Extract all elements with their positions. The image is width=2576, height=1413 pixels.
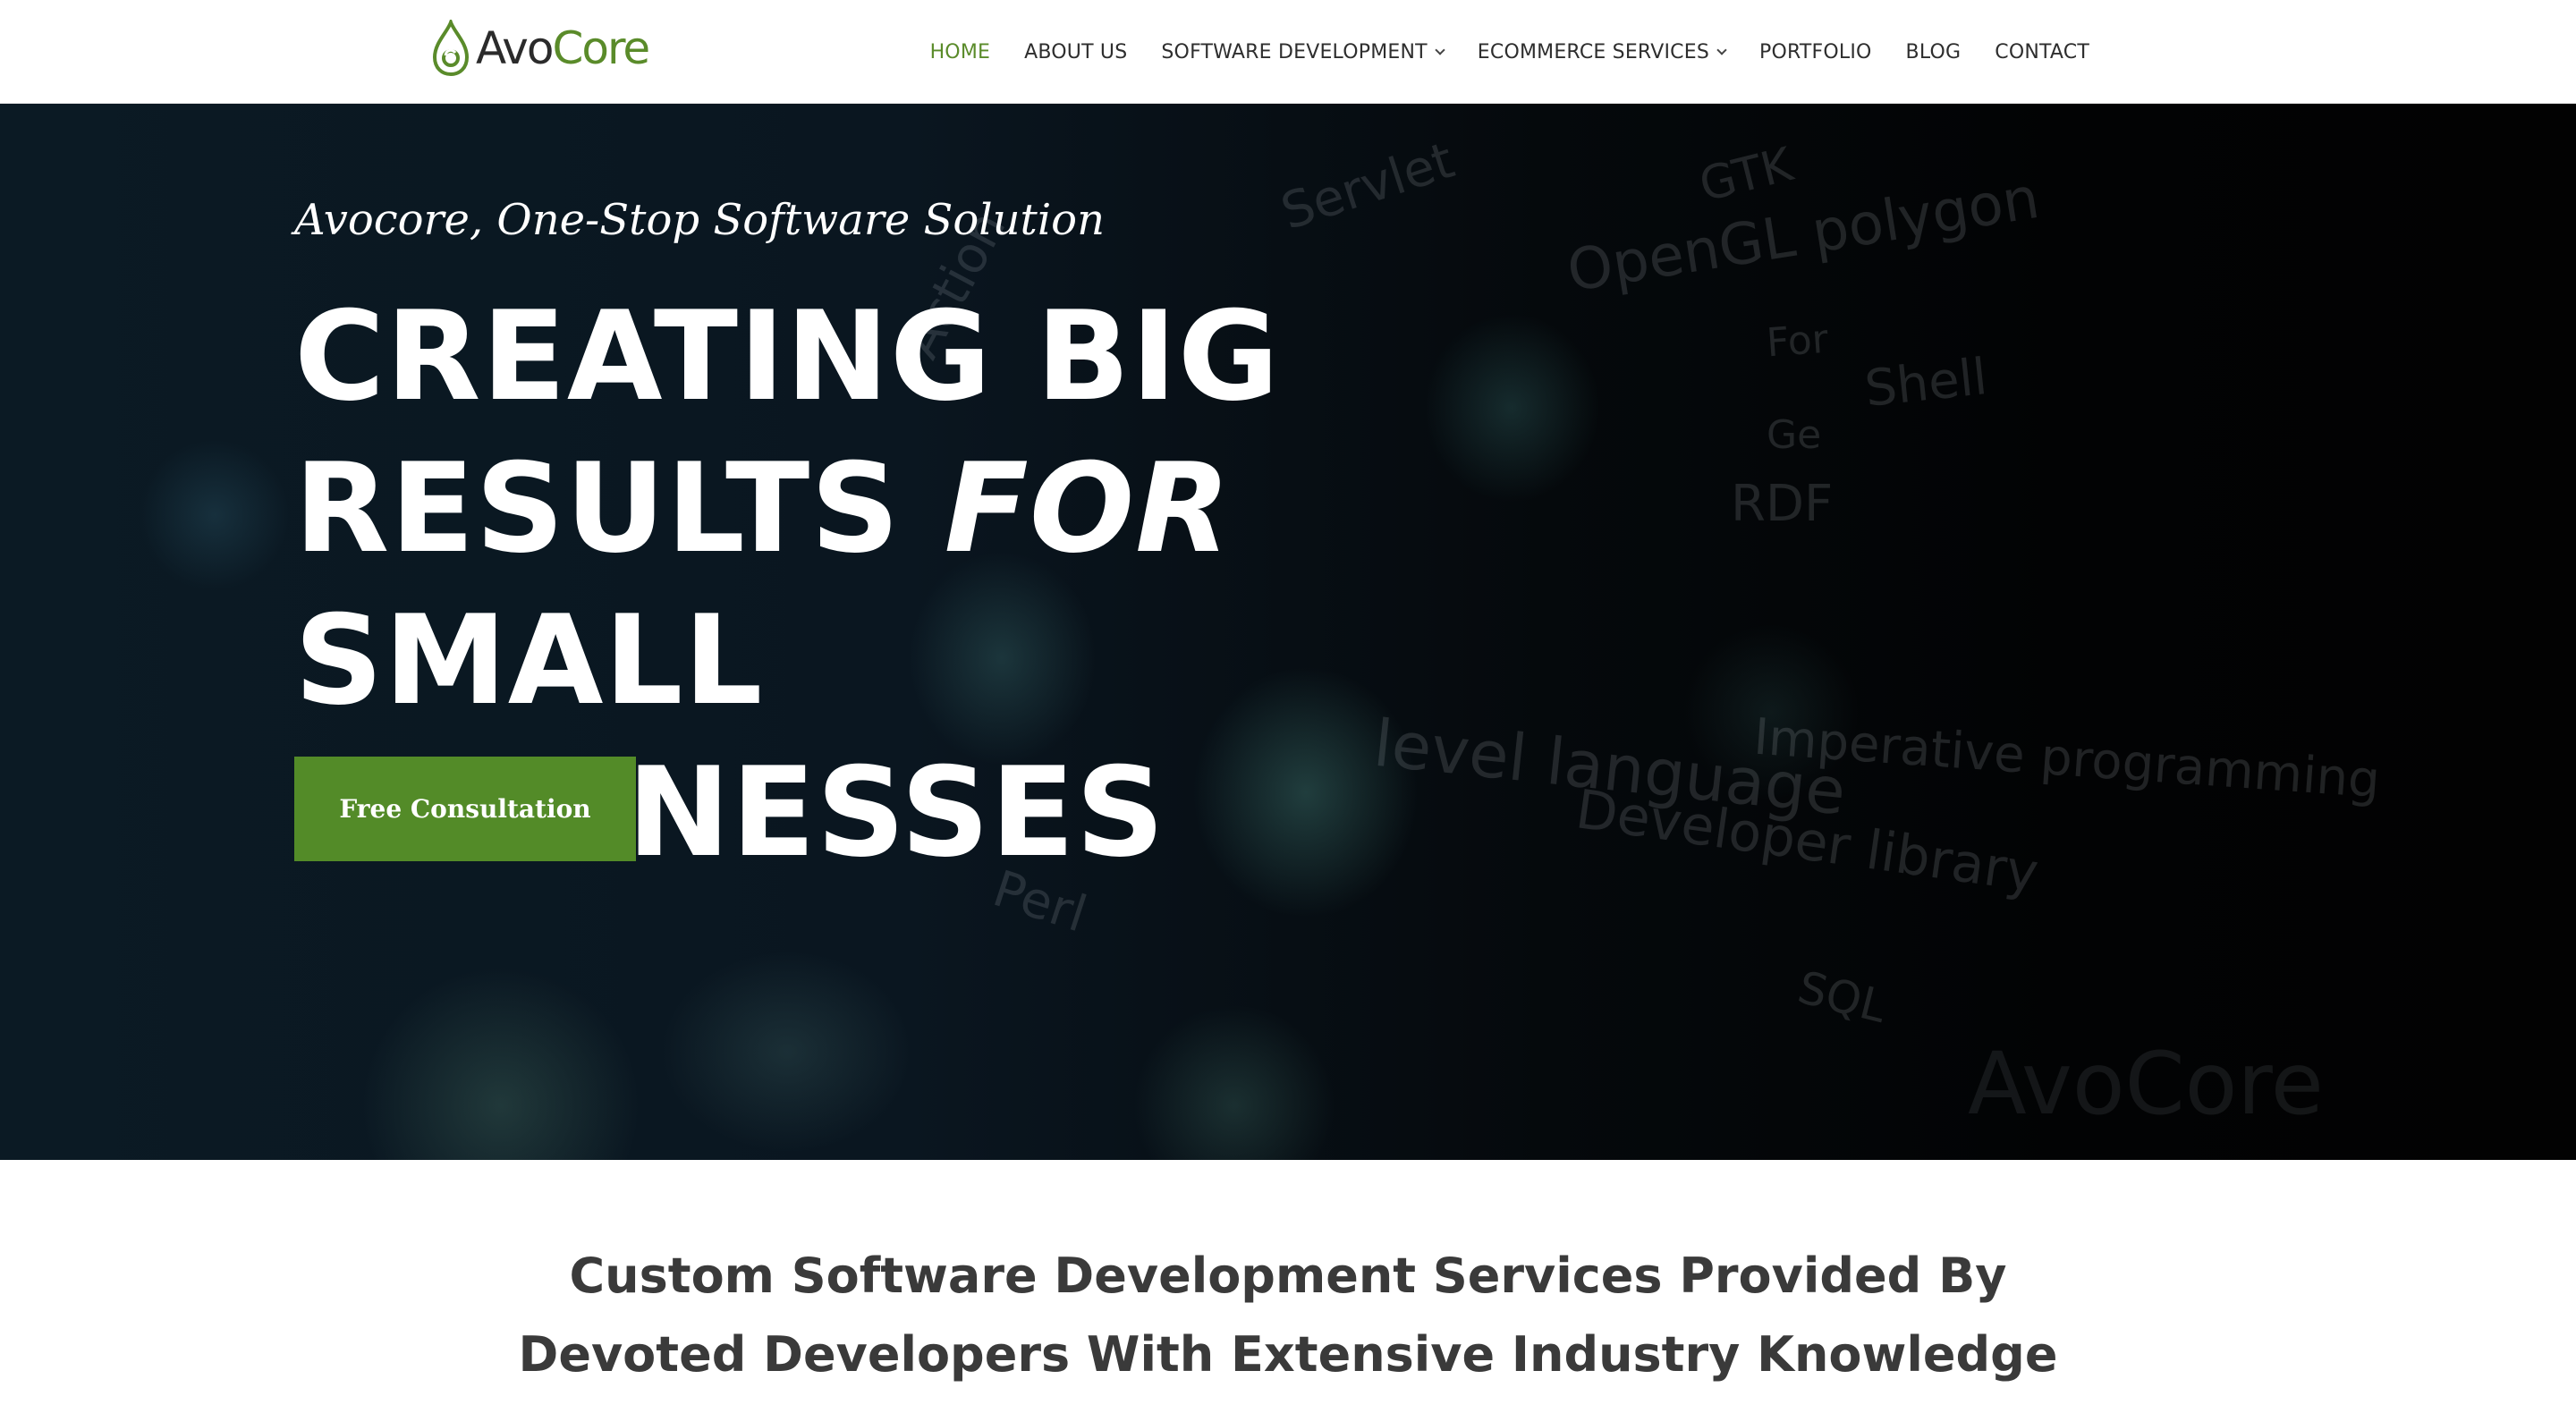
chevron-down-icon — [1435, 45, 1445, 55]
site-header: AvoCore HOME ABOUT US SOFTWARE DEVELOPME… — [0, 0, 2576, 104]
bg-word: AvoCore — [1968, 1034, 2324, 1134]
bg-word: For — [1765, 316, 1830, 367]
avocado-logo-icon — [432, 20, 470, 77]
chevron-down-icon — [1716, 45, 1727, 55]
nav-item-software-development[interactable]: SOFTWARE DEVELOPMENT — [1161, 41, 1445, 63]
nav-item-contact[interactable]: CONTACT — [1995, 41, 2089, 63]
hero-tagline: Avocore, One-Stop Software Solution — [294, 195, 1105, 245]
nav-item-portfolio[interactable]: PORTFOLIO — [1759, 41, 1872, 63]
bg-word: Servlet — [1274, 131, 1462, 242]
intro-section: Custom Software Development Services Pro… — [0, 1160, 2576, 1413]
logo-wordmark: AvoCore — [476, 22, 650, 74]
bg-word: SQL — [1792, 960, 1892, 1034]
nav-item-home[interactable]: HOME — [930, 41, 991, 63]
nav-item-blog[interactable]: BLOG — [1906, 41, 1962, 63]
free-consultation-button[interactable]: Free Consultation — [294, 757, 636, 861]
bg-word: GTK — [1694, 138, 1799, 213]
nav-item-ecommerce-services[interactable]: ECOMMERCE SERVICES — [1478, 41, 1727, 63]
bg-word: Shell — [1861, 348, 1990, 419]
site-logo[interactable]: AvoCore — [431, 20, 650, 77]
nav-item-about-us[interactable]: ABOUT US — [1024, 41, 1127, 63]
hero-section: Servlet GTK OpenGL polygon Shell For Ge … — [0, 104, 2576, 1160]
bg-word: Ge — [1767, 412, 1822, 458]
bg-word: RDF — [1731, 475, 1834, 533]
intro-heading: Custom Software Development Services Pro… — [518, 1248, 2058, 1383]
main-nav: HOME ABOUT US SOFTWARE DEVELOPMENT ECOMM… — [930, 0, 2089, 104]
